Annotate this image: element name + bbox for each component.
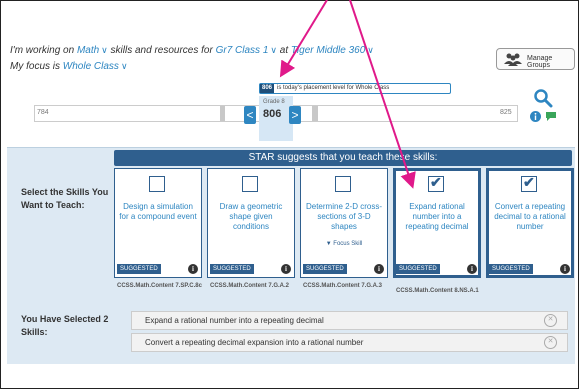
annotation-arrows bbox=[279, 0, 416, 189]
